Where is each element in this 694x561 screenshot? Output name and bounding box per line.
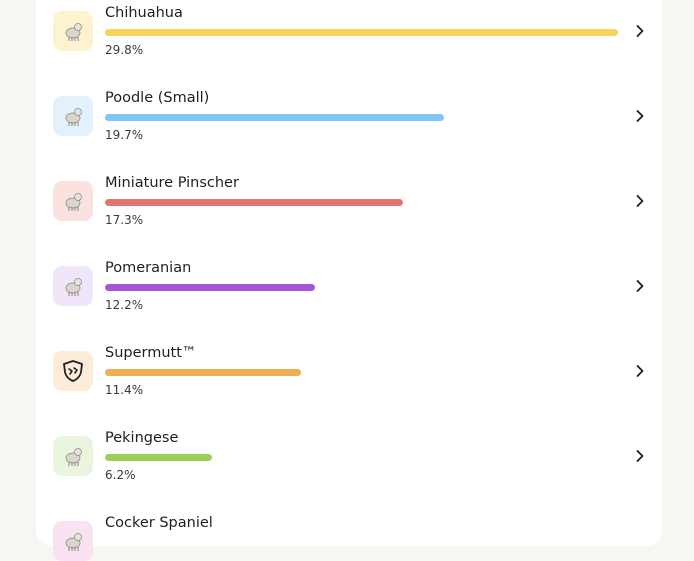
breed-percent: 29.8% bbox=[105, 43, 144, 57]
breed-thumb bbox=[53, 11, 93, 51]
breed-percent-bar bbox=[105, 29, 618, 36]
breed-percent: 17.3% bbox=[105, 213, 144, 227]
breed-percent: 6.2% bbox=[105, 468, 136, 482]
chevron-right-icon bbox=[636, 280, 644, 292]
breed-name: Pomeranian bbox=[105, 260, 192, 276]
breed-thumb bbox=[53, 96, 93, 136]
breed-name: Supermutt™ bbox=[105, 345, 197, 361]
breed-row-pomeranian[interactable]: Pomeranian 12.2% bbox=[36, 255, 662, 340]
breed-row-miniature-pinscher[interactable]: Miniature Pinscher 17.3% bbox=[36, 170, 662, 255]
breed-row-cocker-spaniel[interactable]: Cocker Spaniel bbox=[36, 510, 662, 561]
pomeranian-icon bbox=[60, 273, 86, 299]
breed-thumb bbox=[53, 436, 93, 476]
chevron-right-icon bbox=[636, 450, 644, 462]
miniature-pinscher-icon bbox=[60, 188, 86, 214]
breed-percent: 11.4% bbox=[105, 383, 144, 397]
chevron-right-icon bbox=[636, 110, 644, 122]
breed-percent-bar bbox=[105, 199, 618, 206]
breed-row-supermutt[interactable]: Supermutt™ 11.4% bbox=[36, 340, 662, 425]
breed-percent: 12.2% bbox=[105, 298, 144, 312]
breed-name: Chihuahua bbox=[105, 5, 183, 21]
breed-percent-bar bbox=[105, 369, 618, 376]
breed-name: Poodle (Small) bbox=[105, 90, 210, 106]
breed-thumb bbox=[53, 266, 93, 306]
breed-percent-bar-fill bbox=[105, 29, 618, 36]
chevron-right-icon bbox=[636, 195, 644, 207]
breed-thumb bbox=[53, 521, 93, 561]
chihuahua-icon bbox=[60, 18, 86, 44]
breed-name: Pekingese bbox=[105, 430, 179, 446]
breed-percent-bar-fill bbox=[105, 454, 212, 461]
breed-percent: 19.7% bbox=[105, 128, 144, 142]
breed-percent-bar-fill bbox=[105, 199, 403, 206]
breed-row-pekingese[interactable]: Pekingese 6.2% bbox=[36, 425, 662, 510]
breed-name: Cocker Spaniel bbox=[105, 515, 213, 531]
breed-percent-bar bbox=[105, 454, 618, 461]
supermutt-shield-icon bbox=[60, 358, 86, 384]
breed-percent-bar bbox=[105, 114, 618, 121]
breed-name: Miniature Pinscher bbox=[105, 175, 239, 191]
breed-percent-bar bbox=[105, 284, 618, 291]
breed-row-chihuahua[interactable]: Chihuahua 29.8% bbox=[36, 0, 662, 85]
breed-row-poodle-small[interactable]: Poodle (Small) 19.7% bbox=[36, 85, 662, 170]
breed-percent-bar-fill bbox=[105, 369, 301, 376]
breed-percent-bar-fill bbox=[105, 284, 315, 291]
chevron-right-icon bbox=[636, 25, 644, 37]
breed-thumb bbox=[53, 351, 93, 391]
poodle-icon bbox=[60, 103, 86, 129]
chevron-right-icon bbox=[636, 365, 644, 377]
breed-thumb bbox=[53, 181, 93, 221]
pekingese-icon bbox=[60, 443, 86, 469]
breed-percent-bar-fill bbox=[105, 114, 444, 121]
